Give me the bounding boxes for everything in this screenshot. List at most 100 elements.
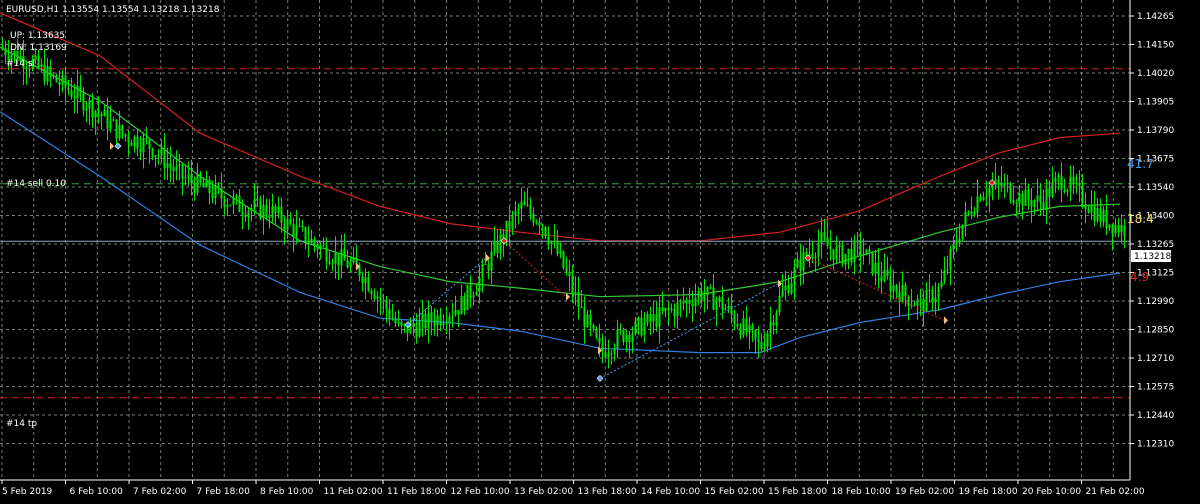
candle-body [382, 299, 385, 301]
candle-body [244, 214, 247, 218]
candle-body [823, 232, 826, 238]
candle-body [319, 245, 322, 250]
candle-body [1015, 202, 1018, 204]
candle-body [643, 323, 646, 336]
candle-body [181, 164, 184, 179]
candle-body [796, 259, 799, 268]
candle-body [739, 326, 742, 335]
x-tick-label: 13 Feb 02:00 [514, 487, 573, 497]
candle-body [226, 205, 229, 208]
candle-body [187, 174, 190, 178]
candle-body [844, 254, 847, 265]
candle-body [601, 343, 604, 352]
candle-body [1090, 205, 1093, 213]
candle-body [133, 136, 136, 146]
candle-body [331, 263, 334, 265]
candle-body [1003, 183, 1006, 187]
candle-body [268, 214, 271, 218]
candle-body [1, 47, 4, 49]
candle-body [274, 206, 277, 213]
candle-body [148, 139, 151, 149]
candle-body [1078, 183, 1081, 186]
candle-body [388, 309, 391, 319]
candle-body [1084, 204, 1087, 210]
entry-order-label: #14 sell 0.10 [6, 179, 66, 189]
candle-body [628, 335, 631, 343]
candle-body [361, 275, 364, 284]
candle-body [523, 201, 526, 205]
candle-body [505, 220, 508, 241]
x-tick-label: 14 Feb 10:00 [641, 487, 700, 497]
candle-body [430, 312, 433, 322]
candle-body [484, 264, 487, 265]
candle-body [472, 295, 475, 298]
chart-background [0, 0, 1200, 500]
candle-body [442, 323, 445, 325]
candle-body [307, 242, 310, 244]
candle-body [940, 281, 943, 287]
candle-body [967, 211, 970, 213]
candle-body [550, 241, 553, 245]
candle-body [379, 296, 382, 300]
sl-order-label: #14 sl [6, 59, 35, 69]
candle-body [694, 297, 697, 307]
candle-body [70, 90, 73, 98]
trading-chart-window[interactable]: 1.14265 1.14150 1.14020 1.13905 1.13790 1.136… [0, 0, 1200, 500]
candle-body [1054, 177, 1057, 182]
candle-body [880, 275, 883, 282]
candle-body [175, 166, 178, 172]
candle-body [394, 319, 397, 324]
x-tick-label: 7 Feb 02:00 [133, 487, 187, 497]
x-tick-label: 12 Feb 10:00 [451, 487, 510, 497]
x-tick-label: 19 Feb 18:00 [959, 487, 1018, 497]
candle-body [37, 55, 40, 67]
candle-body [190, 174, 193, 183]
candle-body [697, 291, 700, 298]
candle-body [817, 243, 820, 257]
y-tick-label: 1.14150 [1137, 41, 1174, 51]
candle-body [946, 269, 949, 271]
candle-body [490, 251, 493, 271]
candle-body [616, 329, 619, 349]
candle-body [286, 218, 289, 230]
candle-body [1048, 188, 1051, 197]
candle-body [211, 193, 214, 199]
candle-body [124, 134, 127, 136]
candle-body [850, 249, 853, 262]
candle-body [904, 284, 907, 297]
candle-body [622, 329, 625, 343]
candle-body [178, 164, 181, 166]
candle-body [325, 245, 328, 262]
candle-body [352, 257, 355, 263]
candle-body [247, 210, 250, 218]
candle-body [787, 285, 790, 294]
candle-body [367, 277, 370, 291]
candle-body [481, 264, 484, 278]
candle-body [229, 205, 232, 206]
candle-body [598, 337, 601, 344]
candle-body [295, 225, 298, 237]
candle-body [853, 241, 856, 262]
candle-body [1051, 181, 1054, 197]
candle-body [688, 300, 691, 304]
candle-body [256, 199, 259, 201]
x-tick-label: 15 Feb 02:00 [705, 487, 764, 497]
right-label-bottom: 4.9 [1130, 270, 1149, 284]
candle-body [235, 195, 238, 198]
candle-body [973, 212, 976, 215]
candle-body [589, 314, 592, 325]
candle-body [370, 290, 373, 294]
candle-body [349, 262, 352, 268]
price-chart[interactable]: 1.142651.141501.140201.139051.137901.136… [0, 0, 1200, 500]
candle-body [199, 174, 202, 183]
candle-body [685, 300, 688, 304]
y-tick-label: 1.14020 [1137, 69, 1174, 79]
candle-body [676, 302, 679, 317]
candle-body [469, 284, 472, 298]
candle-body [874, 262, 877, 274]
candle-body [271, 206, 274, 218]
candle-body [1105, 209, 1108, 228]
candle-body [454, 310, 457, 316]
x-tick-label: 13 Feb 18:00 [578, 487, 637, 497]
candle-body [202, 182, 205, 188]
